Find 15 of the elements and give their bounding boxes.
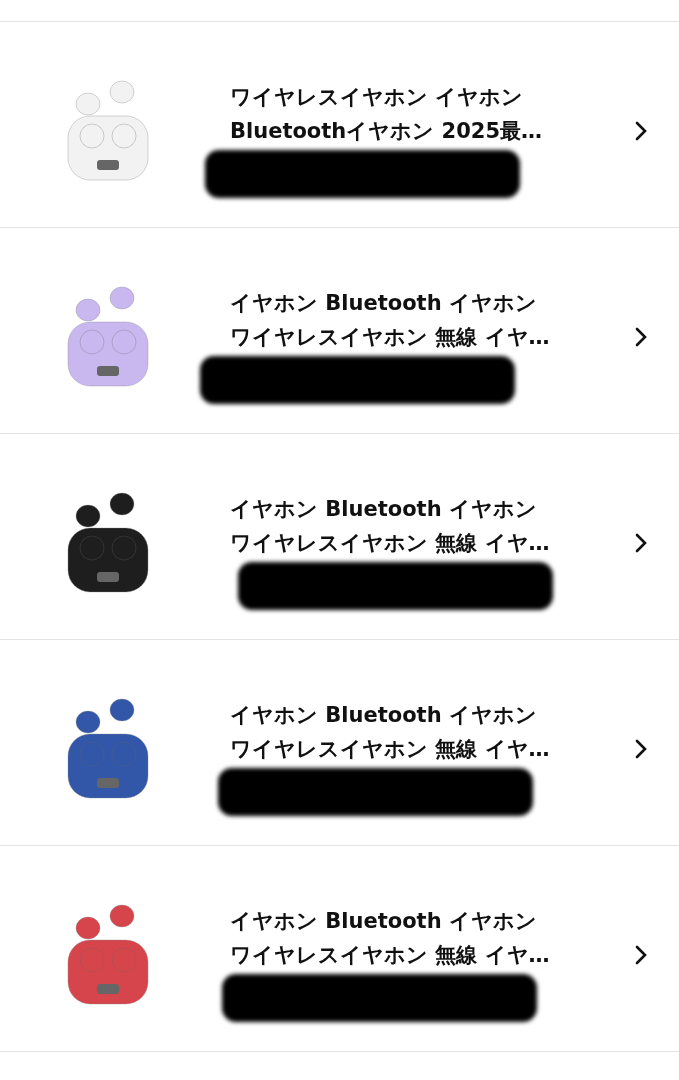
chevron-right-icon bbox=[633, 944, 649, 966]
chevron-right-icon bbox=[633, 120, 649, 142]
product-title: イヤホン Bluetooth イヤホン ワイヤレスイヤホン 無線 イヤ… bbox=[230, 496, 551, 557]
order-row[interactable]: イヤホン Bluetooth イヤホン ワイヤレスイヤホン 無線 イヤ… bbox=[0, 640, 679, 846]
order-row[interactable]: イヤホン Bluetooth イヤホン ワイヤレスイヤホン 無線 イヤ… bbox=[0, 846, 679, 1052]
product-title: イヤホン Bluetooth イヤホン ワイヤレスイヤホン 無線 イヤ… bbox=[230, 702, 551, 763]
chevron-right-icon bbox=[633, 738, 649, 760]
product-title: イヤホン Bluetooth イヤホン ワイヤレスイヤホン 無線 イヤ… bbox=[230, 290, 551, 351]
order-row[interactable]: イヤホン Bluetooth イヤホン ワイヤレスイヤホン 無線 イヤ… bbox=[0, 434, 679, 640]
product-title: イヤホン Bluetooth イヤホン ワイヤレスイヤホン 無線 イヤ… bbox=[230, 908, 551, 969]
order-row[interactable]: ワイヤレスイヤホン イヤホン Bluetoothイヤホン 2025最… bbox=[0, 22, 679, 228]
product-title: ワイヤレスイヤホン イヤホン Bluetoothイヤホン 2025最… bbox=[230, 84, 544, 145]
order-row[interactable]: イヤホン Bluetooth イヤホン ワイヤレスイヤホン 無線 イヤ… bbox=[0, 228, 679, 434]
chevron-right-icon bbox=[633, 326, 649, 348]
chevron-right-icon bbox=[633, 532, 649, 554]
